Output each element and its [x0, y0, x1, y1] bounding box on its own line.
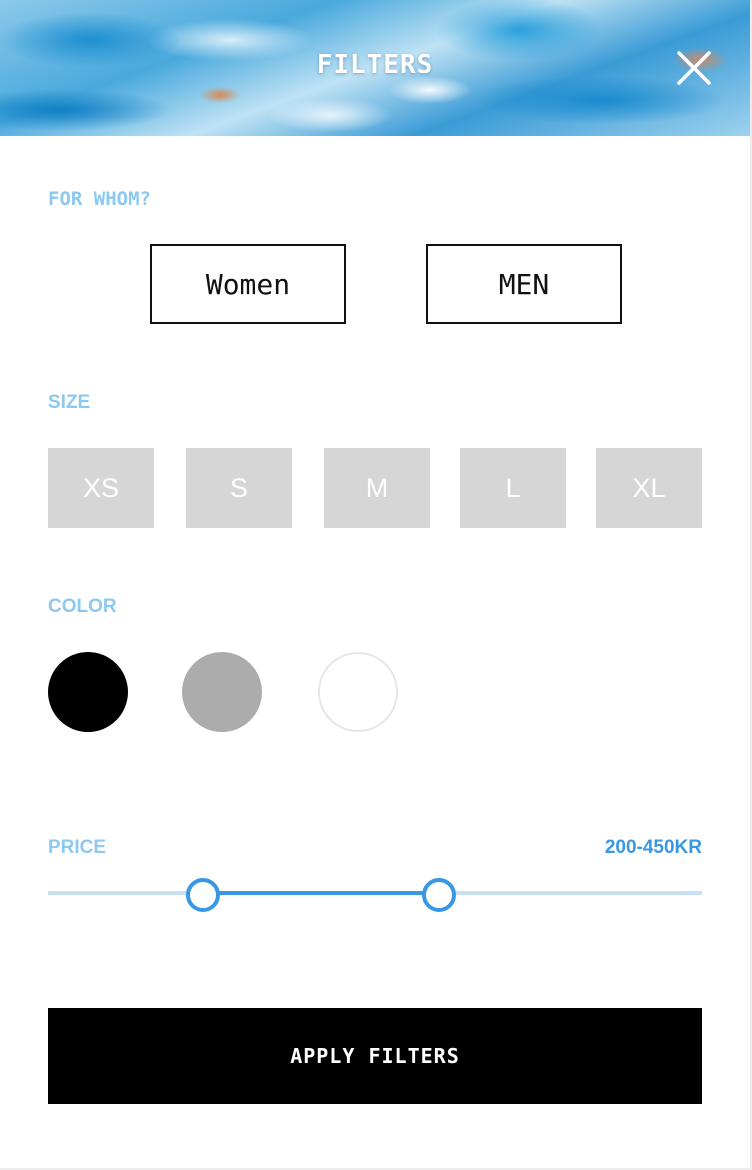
price-range-value: 200-450KR [604, 837, 702, 858]
close-icon [677, 51, 711, 85]
size-label: SIZE [48, 392, 91, 413]
for-whom-label: FOR WHOM? [48, 188, 151, 210]
men-button[interactable]: MEN [426, 244, 622, 324]
price-slider-range [202, 891, 438, 895]
size-m-button[interactable]: M [324, 448, 430, 528]
apply-filters-button[interactable]: APPLY FILTERS [48, 1008, 702, 1104]
size-xl-button[interactable]: XL [596, 448, 702, 528]
size-xs-button[interactable]: XS [48, 448, 154, 528]
size-l-button[interactable]: L [460, 448, 566, 528]
color-swatch-gray[interactable] [182, 652, 262, 732]
header-banner: FILTERS [0, 0, 750, 136]
price-label: PRICE [48, 837, 107, 858]
women-button[interactable]: Women [150, 244, 346, 324]
filter-panel [0, 0, 752, 1170]
color-label: COLOR [48, 596, 117, 617]
close-button[interactable] [676, 50, 712, 86]
page-title: FILTERS [316, 50, 434, 80]
price-slider-min-handle[interactable] [186, 878, 220, 912]
price-slider-max-handle[interactable] [422, 878, 456, 912]
color-swatch-white[interactable] [318, 652, 398, 732]
size-s-button[interactable]: S [186, 448, 292, 528]
color-swatch-black[interactable] [48, 652, 128, 732]
